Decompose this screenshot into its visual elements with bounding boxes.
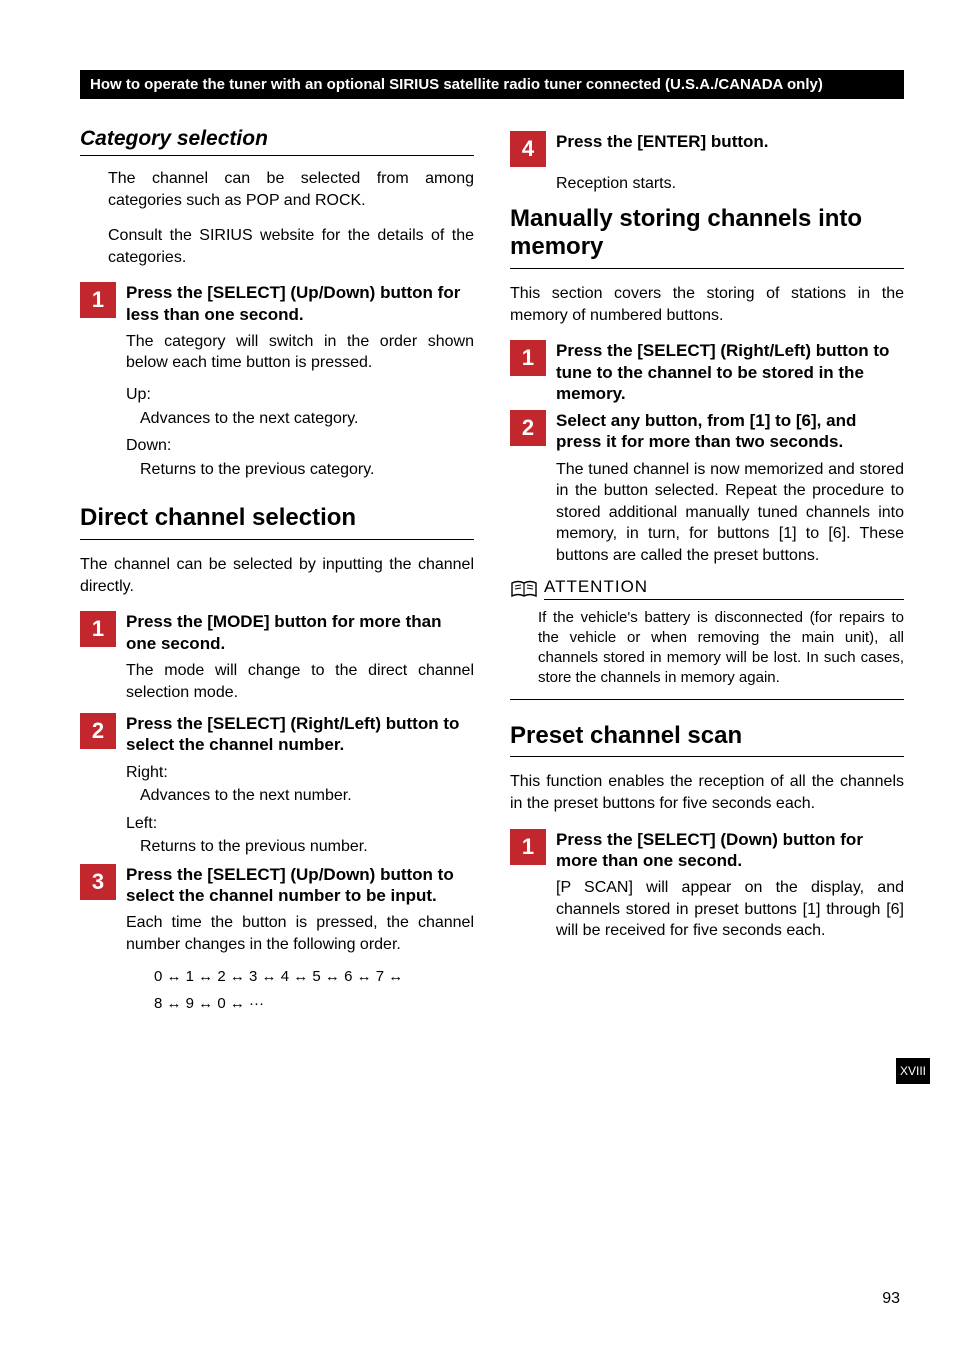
body-text: The channel can be selected from among c… bbox=[108, 168, 474, 211]
body-text: Consult the SIRIUS website for the detai… bbox=[108, 225, 474, 268]
attention-label: ATTENTION bbox=[544, 577, 904, 600]
page-number: 93 bbox=[882, 1290, 900, 1308]
book-icon bbox=[510, 578, 538, 600]
step-number-box: 3 bbox=[80, 864, 116, 900]
step-body: [P SCAN] will appear on the display, and… bbox=[556, 877, 904, 942]
attention-header: ATTENTION bbox=[510, 577, 904, 600]
down-body: Returns to the previous category. bbox=[140, 459, 474, 481]
step-body: The mode will change to the direct chann… bbox=[126, 660, 474, 703]
left-body: Returns to the previous number. bbox=[140, 836, 474, 858]
category-selection-heading: Category selection bbox=[80, 127, 474, 151]
rule bbox=[510, 699, 904, 700]
step-row: 1 Press the [SELECT] (Right/Left) button… bbox=[510, 340, 904, 404]
step-label: Press the [SELECT] (Up/Down) button to s… bbox=[126, 864, 474, 907]
direct-channel-heading: Direct channel selection bbox=[80, 504, 474, 533]
step-label: Press the [MODE] button for more than on… bbox=[126, 611, 474, 654]
step-number-box: 1 bbox=[80, 282, 116, 318]
body-text: This function enables the reception of a… bbox=[510, 771, 904, 814]
step-number-box: 2 bbox=[510, 410, 546, 446]
step-number-box: 1 bbox=[80, 611, 116, 647]
step-body: Reception starts. bbox=[556, 173, 904, 195]
step-number-box: 1 bbox=[510, 829, 546, 865]
up-label: Up: bbox=[126, 384, 474, 406]
step-row: 4 Press the [ENTER] button. bbox=[510, 131, 904, 167]
rule bbox=[80, 539, 474, 540]
step-label: Press the [SELECT] (Up/Down) button for … bbox=[126, 282, 474, 325]
rule bbox=[80, 155, 474, 156]
step-number-box: 1 bbox=[510, 340, 546, 376]
attention-body: If the vehicle's battery is disconnected… bbox=[538, 608, 904, 689]
sequence-line: 8 ↔ 9 ↔ 0 ↔ ··· bbox=[154, 993, 474, 1014]
step-label: Press the [SELECT] (Right/Left) button t… bbox=[556, 340, 904, 404]
step-row: 1 Press the [SELECT] (Up/Down) button fo… bbox=[80, 282, 474, 325]
step-label: Select any button, from [1] to [6], and … bbox=[556, 410, 904, 453]
step-body: The tuned channel is now memorized and s… bbox=[556, 459, 904, 567]
manual-storing-heading: Manually storing channels into memory bbox=[510, 205, 904, 263]
header-bar: How to operate the tuner with an optiona… bbox=[80, 70, 904, 99]
left-column: Category selection The channel can be se… bbox=[80, 127, 474, 1024]
left-label: Left: bbox=[126, 813, 474, 835]
chapter-tab: XVIII bbox=[896, 1058, 930, 1084]
step-row: 3 Press the [SELECT] (Up/Down) button to… bbox=[80, 864, 474, 907]
right-label: Right: bbox=[126, 762, 474, 784]
step-body: The category will switch in the order sh… bbox=[126, 331, 474, 374]
step-row: 1 Press the [SELECT] (Down) button for m… bbox=[510, 829, 904, 872]
rule bbox=[510, 268, 904, 269]
step-row: 2 Select any button, from [1] to [6], an… bbox=[510, 410, 904, 453]
step-number-box: 4 bbox=[510, 131, 546, 167]
step-row: 1 Press the [MODE] button for more than … bbox=[80, 611, 474, 654]
right-column: 4 Press the [ENTER] button. Reception st… bbox=[510, 127, 904, 1024]
body-text: This section covers the storing of stati… bbox=[510, 283, 904, 326]
step-body: Each time the button is pressed, the cha… bbox=[126, 912, 474, 955]
step-row: 2 Press the [SELECT] (Right/Left) button… bbox=[80, 713, 474, 756]
step-number-box: 2 bbox=[80, 713, 116, 749]
step-label: Press the [SELECT] (Down) button for mor… bbox=[556, 829, 904, 872]
step-label: Press the [SELECT] (Right/Left) button t… bbox=[126, 713, 474, 756]
sequence-line: 0 ↔ 1 ↔ 2 ↔ 3 ↔ 4 ↔ 5 ↔ 6 ↔ 7 ↔ bbox=[154, 966, 474, 987]
right-body: Advances to the next number. bbox=[140, 785, 474, 807]
rule bbox=[510, 756, 904, 757]
preset-scan-heading: Preset channel scan bbox=[510, 722, 904, 751]
step-label: Press the [ENTER] button. bbox=[556, 131, 904, 152]
two-column-layout: Category selection The channel can be se… bbox=[80, 127, 904, 1024]
down-label: Down: bbox=[126, 435, 474, 457]
page: How to operate the tuner with an optiona… bbox=[0, 0, 954, 1352]
body-text: The channel can be selected by inputting… bbox=[80, 554, 474, 597]
up-body: Advances to the next category. bbox=[140, 408, 474, 430]
